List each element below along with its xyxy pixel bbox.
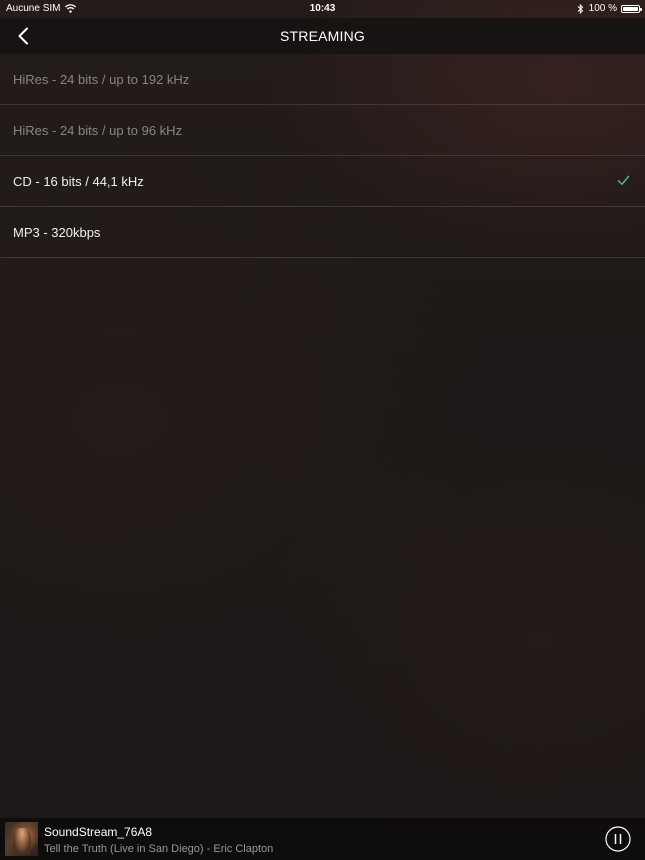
status-time: 10:43 — [309, 3, 336, 14]
page-title: STREAMING — [279, 28, 366, 44]
bluetooth-icon — [577, 3, 584, 14]
quality-option-label: HiRes - 24 bits / up to 96 kHz — [13, 123, 183, 138]
quality-option-label: HiRes - 24 bits / up to 192 kHz — [13, 72, 190, 87]
quality-option-hires-96[interactable]: HiRes - 24 bits / up to 96 kHz — [0, 105, 645, 156]
streaming-settings-screen: Aucune SIM 10:43 100 % STREAMING HiRes -… — [0, 0, 645, 860]
player-track-info: Tell the Truth (Live in San Diego) - Eri… — [44, 843, 274, 855]
mini-player[interactable]: SoundStream_76A8 Tell the Truth (Live in… — [0, 818, 645, 860]
quality-option-hires-192[interactable]: HiRes - 24 bits / up to 192 kHz — [0, 54, 645, 105]
quality-option-mp3[interactable]: MP3 - 320kbps — [0, 207, 645, 258]
status-bar: Aucune SIM 10:43 100 % — [0, 0, 645, 18]
battery-percent: 100 % — [588, 3, 617, 14]
quality-option-cd[interactable]: CD - 16 bits / 44,1 kHz — [0, 156, 645, 207]
battery-icon — [621, 4, 642, 13]
navigation-bar: STREAMING — [0, 18, 645, 54]
album-art-figure — [13, 828, 31, 854]
pause-button[interactable] — [605, 826, 631, 852]
streaming-quality-list: HiRes - 24 bits / up to 192 kHz HiRes - … — [0, 54, 645, 258]
album-art[interactable] — [5, 822, 38, 856]
player-device-name: SoundStream_76A8 — [44, 825, 153, 839]
checkmark-icon — [617, 175, 630, 185]
status-right-group: 100 % — [577, 3, 642, 14]
quality-option-label: CD - 16 bits / 44,1 kHz — [13, 174, 144, 189]
quality-option-label: MP3 - 320kbps — [13, 225, 101, 240]
